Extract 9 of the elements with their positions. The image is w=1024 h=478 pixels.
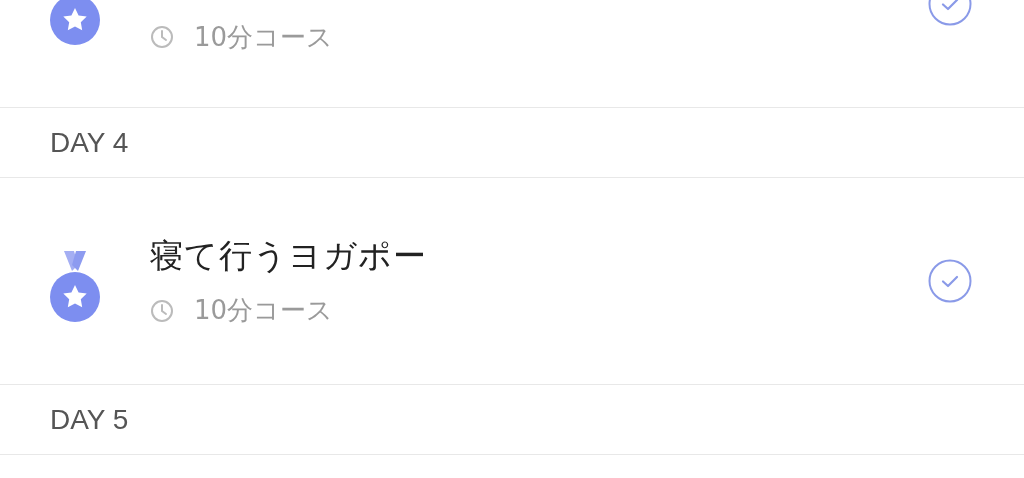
check-circle-icon[interactable]: [928, 259, 972, 303]
clock-icon: [150, 298, 174, 323]
day-heading: DAY 5: [50, 403, 129, 436]
lesson-duration: 10分コース: [194, 20, 334, 54]
day-heading: DAY 4: [50, 126, 129, 159]
lesson-title: 寝て行うヨガポー: [150, 235, 428, 277]
lesson-duration: 10分コース: [194, 294, 334, 327]
clock-icon: [150, 25, 174, 49]
medal-icon: [50, 249, 100, 323]
